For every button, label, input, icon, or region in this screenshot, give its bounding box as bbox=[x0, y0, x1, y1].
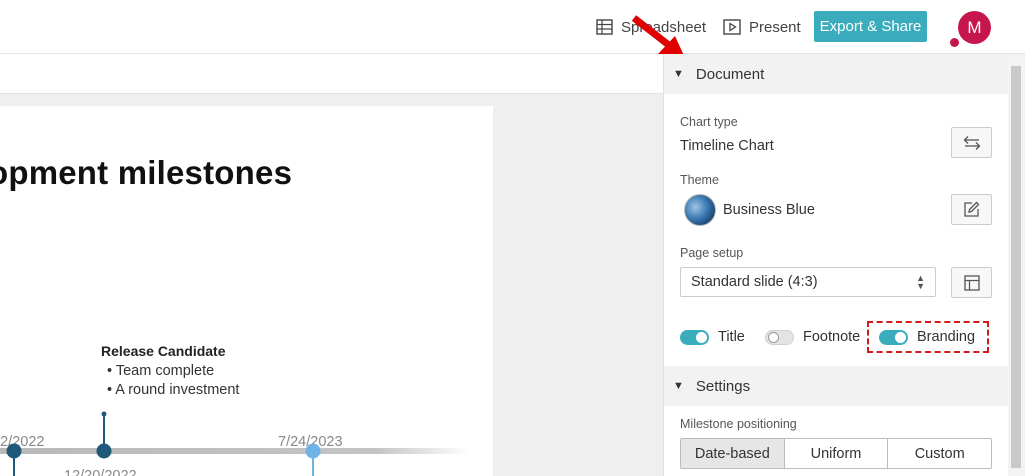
present-label: Present bbox=[749, 18, 801, 36]
milestone-positioning-control: Date-based Uniform Custom bbox=[680, 438, 992, 469]
milestone-marker bbox=[6, 443, 22, 459]
theme-label: Theme bbox=[680, 173, 719, 187]
footnote-toggle-label: Footnote bbox=[803, 329, 861, 345]
chart-type-label: Chart type bbox=[680, 115, 738, 129]
canvas-area: opment milestones Release Candidate • Te… bbox=[0, 94, 663, 476]
panel-scrollbar-thumb[interactable] bbox=[1011, 66, 1021, 468]
present-button[interactable]: Present bbox=[723, 14, 801, 40]
milestone-marker bbox=[305, 443, 321, 459]
positioning-custom[interactable]: Custom bbox=[888, 439, 991, 468]
milestone-positioning-label: Milestone positioning bbox=[680, 417, 797, 431]
title-toggle-label: Title bbox=[718, 329, 745, 345]
milestone-bullet: • Team complete bbox=[107, 363, 215, 379]
swap-arrows-icon bbox=[963, 135, 980, 150]
edit-theme-button[interactable] bbox=[951, 194, 992, 225]
footnote-toggle[interactable] bbox=[765, 330, 794, 345]
collapse-triangle-icon: ▼ bbox=[673, 68, 684, 80]
notification-dot bbox=[950, 38, 959, 47]
change-chart-type-button[interactable] bbox=[951, 127, 992, 158]
canvas-toolbar bbox=[0, 54, 663, 94]
page-setup-value: Standard slide (4:3) bbox=[691, 274, 818, 290]
chart-type-value: Timeline Chart bbox=[680, 138, 774, 154]
theme-swatch[interactable] bbox=[684, 194, 716, 226]
document-section-title: Document bbox=[695, 65, 765, 83]
settings-section-header[interactable]: ▼ Settings bbox=[664, 366, 1009, 406]
timeline bbox=[0, 411, 470, 476]
layout-icon bbox=[963, 274, 980, 291]
page-layout-button[interactable] bbox=[951, 267, 992, 298]
document-section-header[interactable]: ▼ Document bbox=[664, 54, 1009, 94]
play-icon bbox=[723, 19, 741, 35]
top-bar: Spreadsheet Present Export & Share M bbox=[0, 0, 1025, 54]
positioning-date-based[interactable]: Date-based bbox=[681, 439, 785, 468]
select-arrows-icon: ▲ ▼ bbox=[916, 273, 925, 291]
export-share-button[interactable]: Export & Share bbox=[814, 11, 927, 42]
title-toggle[interactable] bbox=[680, 330, 709, 345]
positioning-uniform[interactable]: Uniform bbox=[784, 439, 889, 468]
spreadsheet-icon bbox=[596, 19, 613, 35]
milestone-connector-dot bbox=[101, 411, 107, 417]
page-setup-label: Page setup bbox=[680, 246, 744, 260]
avatar[interactable]: M bbox=[958, 11, 991, 44]
page-setup-select[interactable]: Standard slide (4:3) ▲ ▼ bbox=[680, 267, 936, 297]
collapse-triangle-icon: ▼ bbox=[673, 380, 684, 392]
edit-icon bbox=[964, 201, 980, 217]
properties-panel: ▼ Document Chart type Timeline Chart The… bbox=[663, 54, 1009, 476]
milestone-marker bbox=[96, 443, 112, 459]
timeline-axis bbox=[0, 448, 470, 454]
milestone-heading[interactable]: Release Candidate bbox=[101, 343, 226, 359]
slide-title[interactable]: opment milestones bbox=[0, 154, 292, 192]
slide[interactable]: opment milestones Release Candidate • Te… bbox=[0, 106, 493, 476]
theme-value: Business Blue bbox=[723, 202, 815, 218]
annotation-highlight-box bbox=[867, 321, 989, 353]
settings-section-title: Settings bbox=[695, 377, 751, 395]
